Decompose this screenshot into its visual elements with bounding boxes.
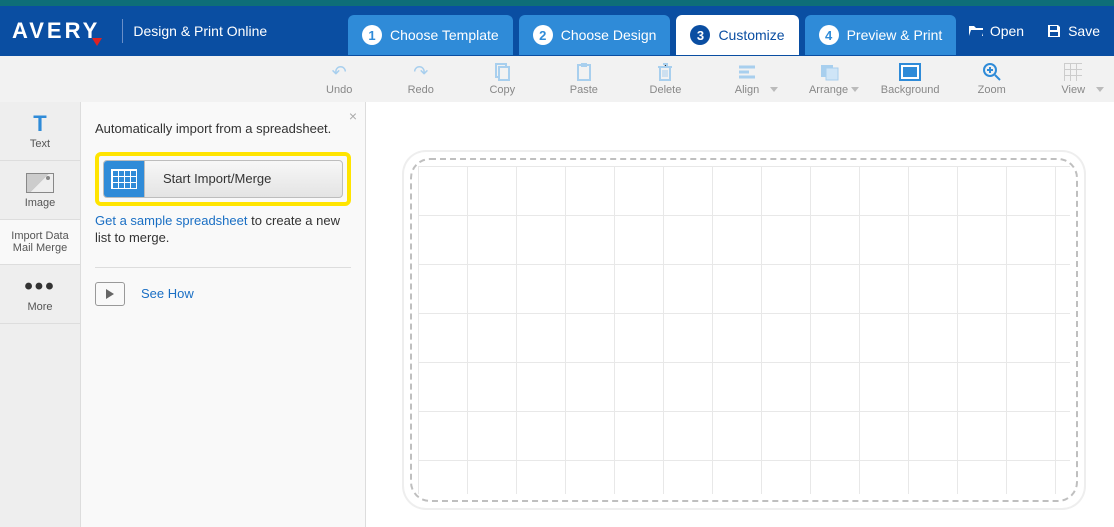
more-icon: ••• <box>4 275 76 299</box>
toolbar: ↶Undo ↷Redo Copy Paste Delete Align Arra… <box>0 56 1114 103</box>
close-panel-button[interactable]: × <box>349 108 357 124</box>
arrange-button[interactable]: Arrange <box>788 62 870 96</box>
save-button[interactable]: Save <box>1046 23 1100 39</box>
left-tabs: TText Image Import Data Mail Merge •••Mo… <box>0 102 81 527</box>
divider <box>95 267 351 268</box>
see-how-link[interactable]: See How <box>141 286 194 301</box>
redo-button[interactable]: ↷Redo <box>380 62 462 96</box>
step-preview-print[interactable]: 4Preview & Print <box>805 15 957 55</box>
text-icon: T <box>4 112 76 136</box>
align-button[interactable]: Align <box>706 62 788 96</box>
divider <box>122 19 123 43</box>
side-panel: × Automatically import from a spreadshee… <box>81 102 366 527</box>
label-template <box>402 150 1086 510</box>
play-icon[interactable] <box>95 282 125 306</box>
save-icon <box>1046 23 1062 39</box>
design-canvas[interactable] <box>366 102 1114 527</box>
background-button[interactable]: Background <box>869 62 951 96</box>
sample-spreadsheet-link[interactable]: Get a sample spreadsheet <box>95 213 247 228</box>
wizard-steps: 1Choose Template 2Choose Design 3Customi… <box>348 15 956 55</box>
tab-image[interactable]: Image <box>0 161 80 220</box>
delete-button[interactable]: Delete <box>625 62 707 96</box>
zoom-button[interactable]: Zoom <box>951 62 1033 96</box>
paste-button[interactable]: Paste <box>543 62 625 96</box>
spreadsheet-icon <box>104 161 145 197</box>
view-button[interactable]: View <box>1032 62 1114 96</box>
step-choose-template[interactable]: 1Choose Template <box>348 15 513 55</box>
open-icon <box>968 23 984 39</box>
tab-import-merge[interactable]: Import Data Mail Merge <box>0 220 80 265</box>
tab-more[interactable]: •••More <box>0 265 80 324</box>
open-button[interactable]: Open <box>968 23 1024 39</box>
copy-button[interactable]: Copy <box>462 62 544 96</box>
brand-logo: AVERY <box>12 18 100 44</box>
top-bar: AVERY Design & Print Online 1Choose Temp… <box>0 6 1114 56</box>
step-choose-design[interactable]: 2Choose Design <box>519 15 671 55</box>
start-import-merge-button[interactable]: Start Import/Merge <box>103 160 343 198</box>
tab-text[interactable]: TText <box>0 102 80 161</box>
start-import-highlight: Start Import/Merge <box>95 152 351 206</box>
step-customize[interactable]: 3Customize <box>676 15 798 55</box>
sample-text: Get a sample spreadsheet to create a new… <box>95 212 351 247</box>
undo-button[interactable]: ↶Undo <box>298 62 380 96</box>
panel-intro: Automatically import from a spreadsheet. <box>95 120 351 138</box>
app-subtitle: Design & Print Online <box>133 23 267 39</box>
image-icon <box>26 173 54 193</box>
